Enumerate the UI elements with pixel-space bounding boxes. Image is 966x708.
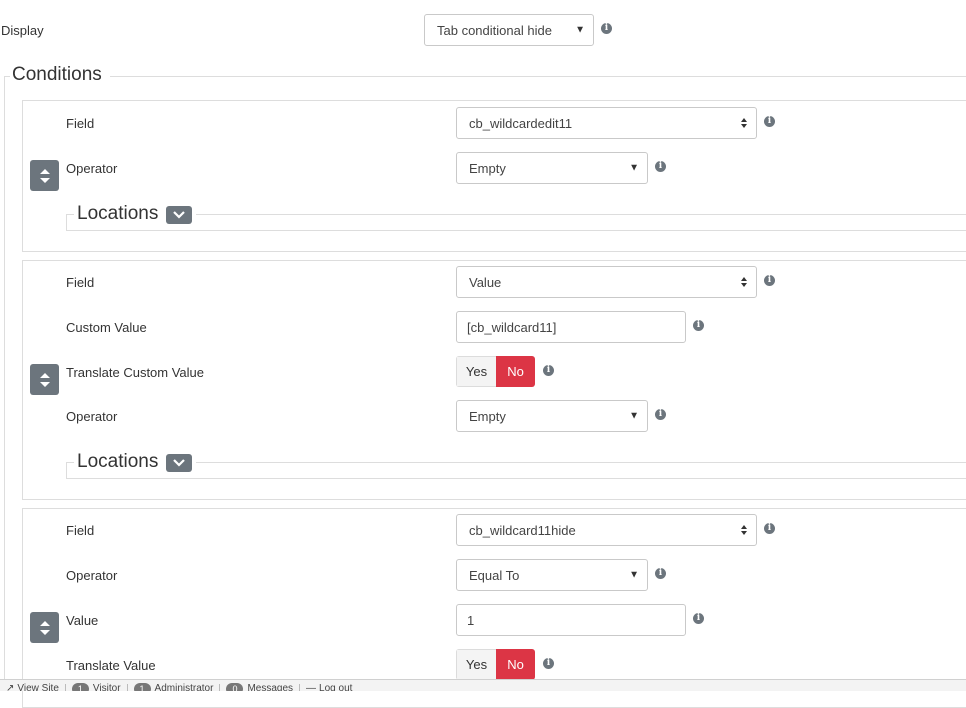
drag-handle-icon[interactable] <box>30 364 59 395</box>
visitor-count-badge: 1 <box>71 682 89 691</box>
display-select-value: Tab conditional hide <box>437 22 552 38</box>
info-icon[interactable]: i <box>655 161 666 172</box>
caret-down-icon: ▼ <box>629 162 639 174</box>
logout-label: Log out <box>319 683 353 691</box>
yes-button[interactable]: Yes <box>456 649 496 680</box>
locations-legend: Locations <box>77 203 159 224</box>
info-icon[interactable]: i <box>543 365 554 376</box>
messages-count-badge: 0 <box>226 682 244 691</box>
operator-select[interactable]: Equal To ▼ <box>456 559 648 591</box>
view-site-link[interactable]: ↗ View Site <box>0 683 66 691</box>
field-label: Field <box>66 523 95 538</box>
minus-icon: — <box>306 683 317 691</box>
locations-border-left <box>66 462 67 478</box>
info-icon[interactable]: i <box>693 320 704 331</box>
operator-label: Operator <box>66 409 118 424</box>
info-icon[interactable]: i <box>764 116 775 127</box>
messages-label: Messages <box>247 683 294 691</box>
field-label: Field <box>66 116 95 131</box>
display-select[interactable]: Tab conditional hide ▼ <box>424 14 594 46</box>
view-site-label: View Site <box>17 683 59 691</box>
translate-value-label: Translate Value <box>66 658 156 673</box>
yes-button[interactable]: Yes <box>456 356 496 387</box>
status-bar: ↗ View Site 1 Visitor 1 Administrator 0 … <box>0 679 966 691</box>
locations-border-top <box>196 462 966 463</box>
drag-handle-icon[interactable] <box>30 612 59 643</box>
sort-arrows-icon <box>741 118 747 128</box>
operator-select-value: Empty <box>469 408 506 424</box>
operator-select-value: Empty <box>469 160 506 176</box>
conditions-border-left <box>4 76 5 679</box>
external-link-icon: ↗ <box>6 683 15 691</box>
field-select-value: cb_wildcard11hide <box>469 522 576 538</box>
operator-select-value: Equal To <box>469 567 520 583</box>
info-icon[interactable]: i <box>764 275 775 286</box>
field-label: Field <box>66 275 95 290</box>
administrator-link[interactable]: 1 Administrator <box>128 682 221 691</box>
no-button[interactable]: No <box>496 649 535 680</box>
locations-border-top <box>196 214 966 215</box>
display-label: Display <box>1 23 44 38</box>
sort-arrows-icon <box>741 525 747 535</box>
admin-count-badge: 1 <box>133 682 151 691</box>
no-button[interactable]: No <box>496 356 535 387</box>
translate-custom-value-label: Translate Custom Value <box>66 365 205 380</box>
translate-custom-value-toggle: Yes No <box>456 356 535 387</box>
operator-select[interactable]: Empty ▼ <box>456 152 648 184</box>
locations-legend: Locations <box>77 451 159 472</box>
admin-label: Administrator <box>154 683 214 691</box>
info-icon[interactable]: i <box>764 523 775 534</box>
logout-link[interactable]: — Log out <box>300 683 358 691</box>
conditions-border-top-left <box>4 76 10 77</box>
field-select[interactable]: cb_wildcardedit11 <box>456 107 757 139</box>
field-select-value: Value <box>469 274 502 290</box>
chevron-down-icon[interactable] <box>166 454 192 472</box>
operator-select[interactable]: Empty ▼ <box>456 400 648 432</box>
caret-down-icon: ▼ <box>629 569 639 581</box>
custom-value-label: Custom Value <box>66 320 147 335</box>
sort-arrows-icon <box>741 277 747 287</box>
field-select-value: cb_wildcardedit11 <box>469 115 573 131</box>
visitor-label: Visitor <box>92 683 121 691</box>
locations-border-bottom <box>66 478 966 479</box>
info-icon[interactable]: i <box>655 568 666 579</box>
caret-down-icon: ▼ <box>629 410 639 422</box>
translate-value-toggle: Yes No <box>456 649 535 680</box>
visitor-link[interactable]: 1 Visitor <box>66 682 128 691</box>
locations-border-bottom <box>66 230 966 231</box>
field-select[interactable]: Value <box>456 266 757 298</box>
field-select[interactable]: cb_wildcard11hide <box>456 514 757 546</box>
value-input-text: 1 <box>467 612 475 628</box>
drag-handle-icon[interactable] <box>30 160 59 191</box>
custom-value-input[interactable]: [cb_wildcard11] <box>456 311 686 343</box>
value-label: Value <box>66 613 99 628</box>
operator-label: Operator <box>66 161 118 176</box>
chevron-down-icon[interactable] <box>166 206 192 224</box>
locations-border-top-left <box>66 214 74 215</box>
custom-value-text: [cb_wildcard11] <box>467 319 557 335</box>
info-icon[interactable]: i <box>693 613 704 624</box>
value-input[interactable]: 1 <box>456 604 686 636</box>
operator-label: Operator <box>66 568 118 583</box>
locations-border-left <box>66 214 67 230</box>
conditions-border-top <box>110 76 966 77</box>
info-icon[interactable]: i <box>601 23 612 34</box>
locations-border-top-left <box>66 462 74 463</box>
conditions-legend: Conditions <box>11 64 103 86</box>
messages-link[interactable]: 0 Messages <box>220 682 301 691</box>
info-icon[interactable]: i <box>655 409 666 420</box>
info-icon[interactable]: i <box>543 658 554 669</box>
caret-down-icon: ▼ <box>575 24 585 36</box>
